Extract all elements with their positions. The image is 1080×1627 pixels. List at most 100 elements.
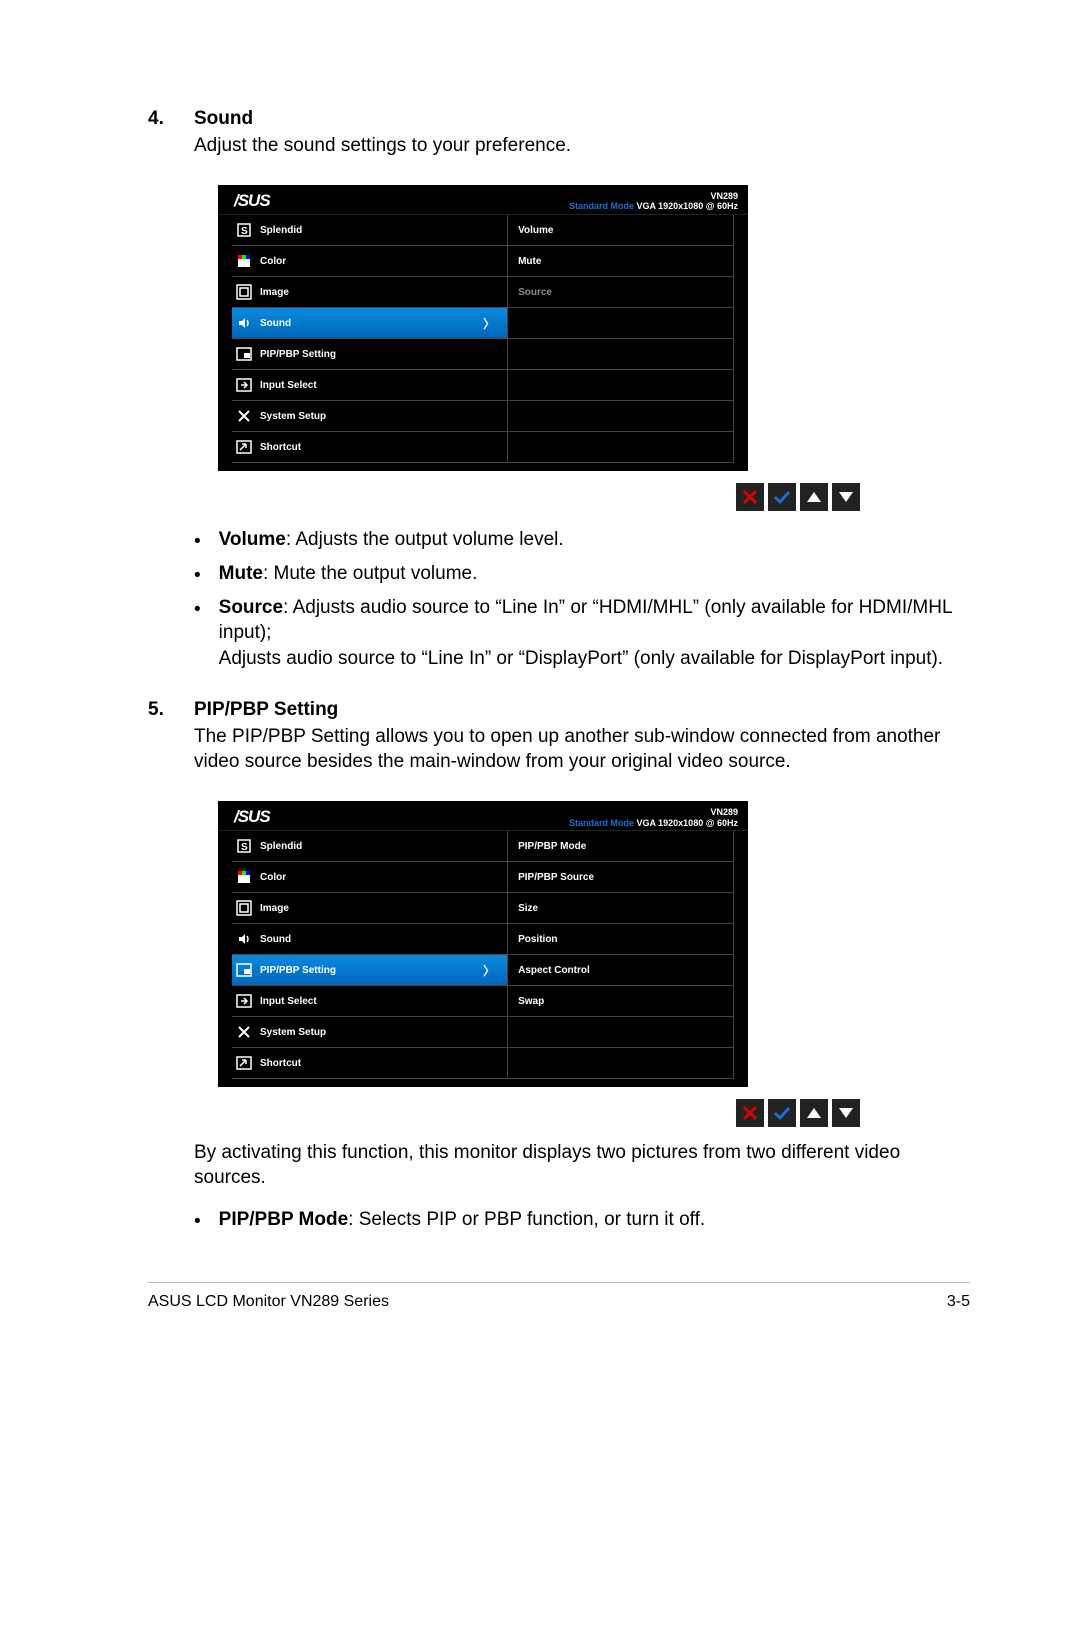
sub-label: Aspect Control (518, 965, 727, 976)
sub-pip-source[interactable]: PIP/PBP Source (508, 862, 734, 893)
menu-label: Image (260, 287, 501, 298)
menu-pip-pbp[interactable]: PIP/PBP Setting (232, 339, 508, 370)
bullet-desc: : Adjusts the output volume level. (286, 529, 564, 550)
sub-empty (508, 339, 734, 370)
menu-image[interactable]: Image (232, 893, 508, 924)
menu-input-select[interactable]: Input Select (232, 986, 508, 1017)
osd-mode: Standard Mode (569, 201, 634, 211)
menu-sound[interactable]: Sound 〉 (232, 308, 508, 339)
bullet-row: • Volume: Adjusts the output volume leve… (194, 527, 970, 555)
osd-mode: Standard Mode (569, 818, 634, 828)
sub-empty (508, 1048, 734, 1079)
sub-empty (508, 370, 734, 401)
osd-model: VN289 (569, 191, 738, 202)
sub-swap[interactable]: Swap (508, 986, 734, 1017)
footer-left: ASUS LCD Monitor VN289 Series (148, 1293, 389, 1311)
bullet-row: • PIP/PBP Mode: Selects PIP or PBP funct… (194, 1207, 970, 1235)
menu-label: Input Select (260, 996, 501, 1007)
sub-volume[interactable]: Volume (508, 215, 734, 246)
sub-mute[interactable]: Mute (508, 246, 734, 277)
confirm-button[interactable] (768, 1099, 796, 1127)
menu-splendid[interactable]: S Splendid (232, 215, 508, 246)
chevron-right-icon: 〉 (483, 962, 501, 979)
menu-label: Color (260, 256, 501, 267)
menu-input-select[interactable]: Input Select (232, 370, 508, 401)
menu-label: Sound (260, 934, 501, 945)
menu-shortcut[interactable]: Shortcut (232, 1048, 508, 1079)
color-icon (236, 253, 252, 269)
sub-label: PIP/PBP Mode (518, 841, 727, 852)
menu-sound[interactable]: Sound (232, 924, 508, 955)
section-intro: Adjust the sound settings to your prefer… (194, 134, 970, 159)
bullet-term: Volume (219, 529, 286, 550)
osd-model: VN289 (569, 807, 738, 818)
menu-color[interactable]: Color (232, 862, 508, 893)
sub-empty (508, 1017, 734, 1048)
speaker-icon (236, 315, 252, 331)
section-number: 5. (148, 699, 174, 721)
down-button[interactable] (832, 483, 860, 511)
pip-after-text: By activating this function, this monito… (194, 1141, 970, 1190)
cancel-button[interactable] (736, 483, 764, 511)
menu-system-setup[interactable]: System Setup (232, 401, 508, 432)
bullet-mark: • (194, 595, 201, 672)
sub-empty (508, 308, 734, 339)
menu-label: Input Select (260, 380, 501, 391)
down-button[interactable] (832, 1099, 860, 1127)
menu-splendid[interactable]: S Splendid (232, 831, 508, 862)
bullet-text: PIP/PBP Mode: Selects PIP or PBP functio… (219, 1207, 970, 1235)
confirm-button[interactable] (768, 483, 796, 511)
menu-system-setup[interactable]: System Setup (232, 1017, 508, 1048)
bullet-term: Source (219, 597, 283, 618)
osd-resolution: VGA 1920x1080 @ 60Hz (636, 201, 738, 211)
section-title: PIP/PBP Setting (194, 699, 338, 721)
sub-size[interactable]: Size (508, 893, 734, 924)
up-button[interactable] (800, 1099, 828, 1127)
bullet-text: Volume: Adjusts the output volume level. (219, 527, 970, 555)
menu-label: Sound (260, 318, 475, 329)
bullet-term: Mute (219, 563, 263, 584)
bullet-mark: • (194, 527, 201, 555)
bullet-desc: : Mute the output volume. (263, 563, 477, 584)
footer-right: 3-5 (947, 1293, 970, 1311)
osd-info: VN289 Standard Mode VGA 1920x1080 @ 60Hz (569, 191, 738, 213)
bullet-text: Mute: Mute the output volume. (219, 561, 970, 589)
bullet-desc: : Selects PIP or PBP function, or turn i… (348, 1209, 705, 1230)
cancel-button[interactable] (736, 1099, 764, 1127)
menu-image[interactable]: Image (232, 277, 508, 308)
image-icon (236, 900, 252, 916)
page-footer: ASUS LCD Monitor VN289 Series 3-5 (148, 1293, 970, 1311)
bullet-desc: : Adjusts audio source to “Line In” or “… (219, 597, 952, 644)
color-icon (236, 869, 252, 885)
menu-label: Color (260, 872, 501, 883)
sub-position[interactable]: Position (508, 924, 734, 955)
menu-pip-pbp[interactable]: PIP/PBP Setting 〉 (232, 955, 508, 986)
shortcut-icon (236, 1055, 252, 1071)
sound-bullets: • Volume: Adjusts the output volume leve… (194, 527, 970, 677)
menu-label: Shortcut (260, 442, 501, 453)
osd-info: VN289 Standard Mode VGA 1920x1080 @ 60Hz (569, 807, 738, 829)
menu-color[interactable]: Color (232, 246, 508, 277)
menu-label: PIP/PBP Setting (260, 349, 501, 360)
bullet-mark: • (194, 1207, 201, 1235)
sub-aspect[interactable]: Aspect Control (508, 955, 734, 986)
sub-label: Mute (518, 256, 727, 267)
menu-shortcut[interactable]: Shortcut (232, 432, 508, 463)
menu-label: System Setup (260, 411, 501, 422)
bullet-mark: • (194, 561, 201, 589)
sub-label: Volume (518, 225, 727, 236)
image-icon (236, 284, 252, 300)
up-button[interactable] (800, 483, 828, 511)
bullet-text: Source: Adjusts audio source to “Line In… (219, 595, 970, 672)
input-icon (236, 993, 252, 1009)
sub-pip-mode[interactable]: PIP/PBP Mode (508, 831, 734, 862)
section-title: Sound (194, 108, 253, 130)
s-icon: S (236, 838, 252, 854)
sub-source[interactable]: Source (508, 277, 734, 308)
osd-resolution: VGA 1920x1080 @ 60Hz (636, 818, 738, 828)
osd-sub-menu: PIP/PBP Mode PIP/PBP Source Size Positio… (508, 831, 734, 1079)
tools-icon (236, 408, 252, 424)
section-number: 4. (148, 108, 174, 130)
sub-label: Swap (518, 996, 727, 1007)
input-icon (236, 377, 252, 393)
